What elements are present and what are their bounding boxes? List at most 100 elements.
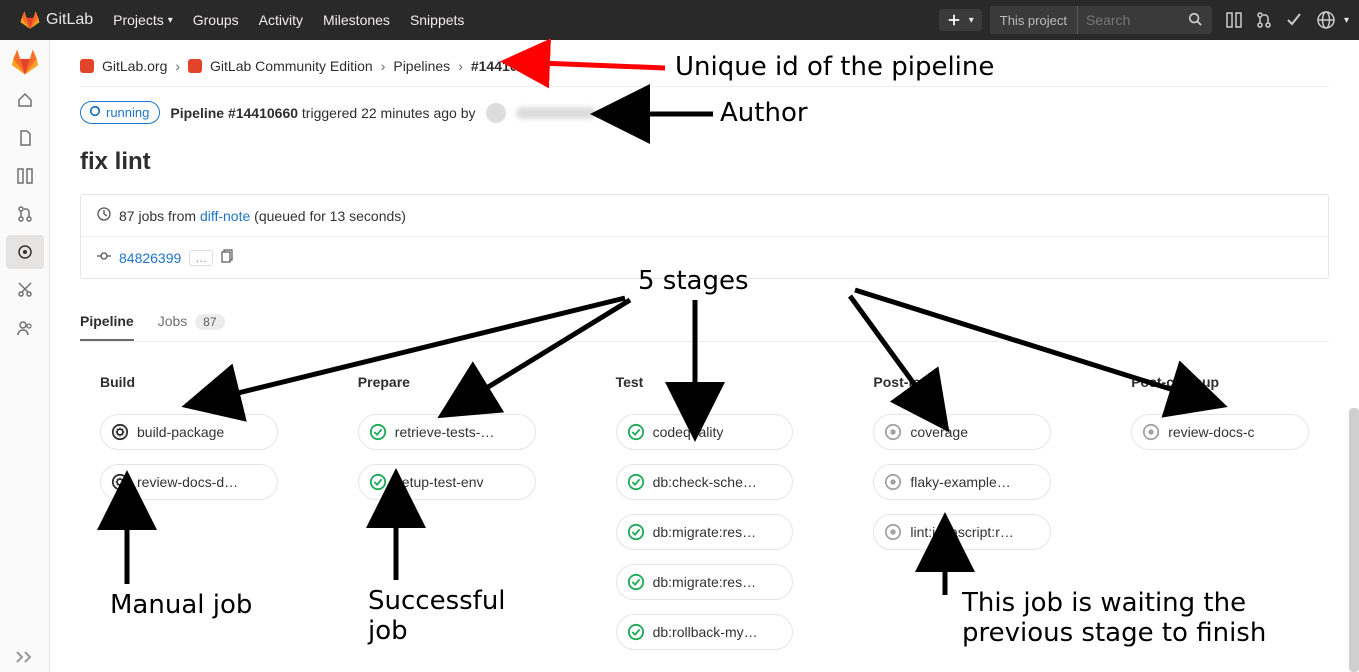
search-input[interactable] [1078,12,1178,28]
jobs-count-badge: 87 [195,314,224,330]
scrollbar-vertical[interactable] [1349,408,1359,672]
gitlab-logo[interactable]: GitLab [10,10,103,30]
chevron-down-icon: ▾ [1344,15,1349,26]
sidebar-item-snippets[interactable] [6,273,44,307]
nav-snippets[interactable]: Snippets [400,0,474,40]
pipeline-tabs: Pipeline Jobs 87 [80,301,1329,342]
tanuki-icon [20,10,40,30]
stage-column: Test codequality db:check-sche… db:migrate:… [616,374,794,664]
pipeline-job[interactable]: lint:javascript:r… [873,514,1051,550]
pipeline-job[interactable]: db:rollback-my… [616,614,794,650]
doc-icon [17,130,33,146]
nav-activity[interactable]: Activity [249,0,313,40]
pipeline-job[interactable]: db:migrate:res… [616,514,794,550]
sidebar-item-repository[interactable] [6,121,44,155]
job-label: db:migrate:res… [653,574,756,590]
page-title: fix lint [80,148,1329,176]
job-status-icon [369,473,387,491]
status-badge-running[interactable]: running [80,101,160,124]
top-navbar: GitLab Projects▾ Groups Activity Milesto… [0,0,1359,40]
chevron-down-icon: ▾ [969,15,974,26]
job-status-icon [627,523,645,541]
nav-groups[interactable]: Groups [183,0,249,40]
tab-jobs[interactable]: Jobs 87 [158,301,225,341]
sidebar-item-pipelines[interactable] [6,235,44,269]
home-icon [17,92,33,108]
pipeline-job[interactable]: codequality [616,414,794,450]
new-dropdown[interactable]: ▾ [939,9,982,31]
search-scope[interactable]: This project [990,6,1078,34]
stage-title: Post-test [873,374,1051,390]
sidebar-collapse-button[interactable] [0,650,49,664]
job-label: flaky-example… [910,474,1010,490]
sidebar-item-issues[interactable] [6,159,44,193]
nav-milestones[interactable]: Milestones [313,0,400,40]
commit-row: 84826399 … [81,236,1328,278]
pipeline-status-row: running Pipeline #14410660 triggered 22 … [80,87,1329,124]
pipeline-job[interactable]: coverage [873,414,1051,450]
chevron-down-icon: ▾ [168,15,173,26]
running-icon [89,105,101,120]
tab-pipeline[interactable]: Pipeline [80,301,134,341]
job-status-icon [627,573,645,591]
job-status-icon [627,623,645,641]
pipeline-icon [17,244,33,260]
pipeline-info-card: 87 jobs from diff-note (queued for 13 se… [80,194,1329,279]
merge-request-icon[interactable] [1256,12,1272,28]
commit-sha-link[interactable]: 84826399 [119,250,181,266]
branch-link[interactable]: diff-note [200,208,250,224]
crumb-project[interactable]: GitLab Community Edition [210,58,373,74]
job-label: coverage [910,424,968,440]
job-label: db:migrate:res… [653,524,756,540]
project-avatar[interactable] [11,48,39,79]
crumb-group[interactable]: GitLab.org [102,58,167,74]
pipeline-job[interactable]: setup-test-env [358,464,536,500]
stage-title: Test [616,374,794,390]
pipeline-job[interactable]: retrieve-tests-… [358,414,536,450]
stage-column: Post-test coverage flaky-example… lint:java… [873,374,1051,664]
global-search: This project [990,6,1212,34]
user-menu[interactable]: ▾ [1316,10,1349,30]
pipeline-job[interactable]: flaky-example… [873,464,1051,500]
author-name-redacted [516,107,596,119]
sidebar-item-merge-requests[interactable] [6,197,44,231]
sidebar-item-project[interactable] [6,83,44,117]
job-label: lint:javascript:r… [910,524,1013,540]
scissors-icon [17,282,33,298]
project-avatar-icon [188,59,202,73]
job-label: codequality [653,424,724,440]
stage-column: Prepare retrieve-tests-… setup-test-env [358,374,536,664]
stage-title: Prepare [358,374,536,390]
nav-projects[interactable]: Projects▾ [103,0,183,40]
todos-icon[interactable] [1286,12,1302,28]
merge-icon [17,206,33,222]
left-sidebar [0,40,50,672]
search-icon [1188,12,1202,26]
issue-boards-icon[interactable] [1226,12,1242,28]
stage-title: Post-cleanup [1131,374,1309,390]
pipeline-job[interactable]: review-docs-c [1131,414,1309,450]
job-status-icon [627,423,645,441]
job-status-icon [369,423,387,441]
search-button[interactable] [1178,12,1212,29]
job-status-icon [1142,423,1160,441]
brand-label: GitLab [46,11,93,29]
stage-title: Build [100,374,278,390]
plus-icon [947,13,961,27]
job-status-icon [627,473,645,491]
pipeline-job[interactable]: db:migrate:res… [616,564,794,600]
chevron-right-icon [16,650,34,664]
group-avatar-icon [80,59,94,73]
members-icon [17,320,33,336]
pipeline-job[interactable]: review-docs-d… [100,464,278,500]
pipeline-job[interactable]: build-package [100,414,278,450]
sidebar-item-members[interactable] [6,311,44,345]
crumb-pipelines[interactable]: Pipelines [393,58,450,74]
author-avatar[interactable] [486,103,506,123]
commit-icon [97,249,111,266]
copy-sha-button[interactable] [221,249,235,266]
breadcrumb: GitLab.org› GitLab Community Edition› Pi… [80,58,1329,87]
pipeline-job[interactable]: db:check-sche… [616,464,794,500]
commit-message-toggle[interactable]: … [189,250,213,266]
clock-icon [97,207,111,224]
